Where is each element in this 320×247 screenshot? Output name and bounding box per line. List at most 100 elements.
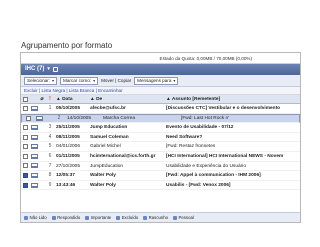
message-date: 13:43:46 (56, 182, 76, 188)
filter-forward[interactable]: Encaminhar (98, 88, 123, 93)
message-subject[interactable]: [Fwd: Restaz fronnetes (166, 142, 300, 151)
row-number: 9 (48, 181, 52, 188)
message-list-header: ⌀ ! ▲ Data ▲ De ▲ Assunto [Remetente] (21, 95, 300, 104)
chevron-down-icon: ▾ (51, 78, 54, 83)
row-checkbox[interactable] (21, 162, 30, 171)
row-checkbox[interactable] (21, 181, 30, 190)
message-from[interactable]: Jump Education (90, 123, 166, 132)
attachment-slot (38, 171, 46, 180)
message-row[interactable]: 3 25/11/2005 Jump Education Evento de Usabi… (21, 123, 300, 133)
envelope-icon (30, 171, 38, 180)
envelope-icon (35, 115, 43, 121)
legend-deleted: Excluído (116, 215, 138, 220)
caption: Agrupamento por formato (21, 41, 113, 50)
message-row[interactable]: 9 13:43:46 Walter Poly Usabilis - [Fwd: Ven… (21, 181, 300, 191)
message-from[interactable]: Gabriel Michel (90, 142, 166, 151)
attachment-column-icon: ⌀ (40, 96, 44, 102)
message-subject[interactable]: Usabilidade e Experiência do Usuário (166, 162, 300, 171)
row-checkbox[interactable] (21, 104, 30, 113)
folder-title: IHC (7) (25, 66, 45, 72)
message-row[interactable]: 6 01/11/2005 hcimternational@ics.forth.gr[… (21, 152, 300, 162)
message-date: 01/11/2005 (56, 153, 80, 159)
message-date: 08/11/2005 (56, 134, 80, 140)
message-row[interactable]: 4 08/11/2005 Samuel Coleman Need Software? (21, 133, 300, 143)
toolbar: Selecionar: ▾ Marcar como: ▾ Mover | Copia… (21, 75, 300, 87)
status-column-icon (30, 95, 38, 103)
message-from[interactable]: hcimternational@ics.forth.gr (90, 152, 166, 161)
mail-window: Estado da Quota: 0,00MB / 70,00MB (0,00%… (20, 52, 301, 223)
attachment-slot (38, 133, 46, 142)
row-number: 4 (48, 133, 52, 140)
message-subject[interactable]: Need Software? (166, 133, 300, 142)
message-row[interactable]: 7 27/10/2005 JumpEducation Usabilidade e Ex… (21, 162, 300, 172)
row-number: 7 (48, 162, 52, 169)
filter-whitelist[interactable]: Lista Branca (69, 88, 95, 93)
folder-dropdown-icon[interactable]: ▾ (47, 64, 50, 75)
important-icon (85, 215, 90, 220)
filter-blacklist[interactable]: Lista Negra (42, 88, 66, 93)
message-list: 1 05/10/2005 afecbe@ufsc.br [Discussões CTC… (21, 104, 300, 191)
quota-status: Estado da Quota: 0,00MB / 70,00MB (0,00%… (21, 53, 300, 64)
message-row[interactable]: 5 04/01/2006 Gabriel Michel [Fwd: Restaz fr… (21, 142, 300, 152)
filter-delete[interactable]: Excluir (24, 88, 38, 93)
legend-bar: Não Lido Respondido Importante Excluído … (21, 212, 300, 222)
chevron-down-icon: ▾ (173, 78, 176, 83)
sort-from-header[interactable]: ▲ De (90, 95, 166, 103)
folder-titlebar: IHC (7) ▾ (21, 64, 300, 75)
message-subject[interactable]: Evento de Usabilidade - 07/12 (166, 123, 300, 132)
message-from[interactable]: afecbe@ufsc.br (90, 104, 166, 113)
chevron-down-icon: ▾ (93, 78, 96, 83)
message-from[interactable]: Walter Poly (90, 181, 166, 190)
envelope-icon (30, 133, 38, 142)
flag-column-icon: ! (49, 96, 51, 102)
message-row[interactable]: 1 05/10/2005 afecbe@ufsc.br [Discussões CTC… (21, 104, 300, 114)
mark-as-dropdown[interactable]: Marcar como: ▾ (60, 76, 99, 85)
row-checkbox[interactable] (24, 115, 33, 121)
row-number: 2 (57, 114, 61, 121)
legend-important: Importante (85, 215, 111, 220)
message-subject[interactable]: [Fwd: Appel à communication - IHM 2006] (166, 171, 300, 180)
move-copy-label[interactable]: Mover | Copiar (101, 78, 131, 83)
message-from[interactable]: Samuel Coleman (90, 133, 166, 142)
select-dropdown[interactable]: Selecionar: ▾ (24, 76, 57, 85)
message-subject[interactable]: [Fwd: Last Hot Rock n' (181, 114, 297, 124)
attachment-slot (38, 162, 46, 171)
envelope-icon (30, 181, 38, 190)
message-date: 14/10/2005 (67, 115, 92, 121)
move-target-dropdown[interactable]: Mensagens para ▾ (134, 76, 179, 85)
row-number: 6 (48, 152, 52, 159)
row-checkbox[interactable] (21, 133, 30, 142)
row-number: 8 (48, 172, 52, 179)
unread-icon (24, 215, 28, 220)
message-date: 25/11/2005 (56, 125, 80, 131)
sort-subject-header[interactable]: ▲ Assunto [Remetente] (166, 95, 300, 103)
message-subject[interactable]: [Discussões CTC] Vestibular e o desenvol… (166, 104, 300, 113)
personal-icon (173, 215, 178, 220)
message-date: 27/10/2005 (56, 163, 81, 169)
replied-icon (51, 215, 56, 220)
row-number: 1 (48, 105, 52, 111)
message-date: 05/10/2005 (56, 106, 81, 111)
message-subject[interactable]: [HCI International] HCI International NE… (166, 152, 300, 161)
row-number: 3 (48, 124, 52, 131)
row-checkbox[interactable] (21, 142, 30, 151)
attachment-slot (38, 142, 46, 151)
envelope-icon (30, 123, 38, 132)
legend-personal: Pessoal (173, 215, 194, 220)
message-from[interactable]: JumpEducation (90, 162, 166, 171)
select-all-checkbox[interactable] (21, 95, 30, 103)
refresh-icon[interactable] (52, 67, 58, 72)
envelope-icon (30, 104, 38, 113)
message-from[interactable]: Walter Poly (90, 171, 166, 180)
envelope-icon (30, 152, 38, 161)
message-row[interactable]: 8 12/05:37 Walter Poly [Fwd: Appel à commun… (21, 171, 300, 181)
row-checkbox[interactable] (21, 171, 30, 180)
message-from[interactable]: Marcha Correa (103, 114, 179, 124)
message-row[interactable]: 2 14/10/2005 Marcha Correa [Fwd: Last Hot R… (21, 113, 300, 124)
row-checkbox[interactable] (21, 123, 30, 132)
message-subject[interactable]: Usabilis - [Fwd: Venox 2006] (166, 181, 300, 190)
deleted-icon (116, 215, 121, 220)
legend-draft: Rascunho (143, 215, 168, 220)
sort-date-header[interactable]: ▲ Data (54, 95, 90, 103)
row-checkbox[interactable] (21, 152, 30, 161)
